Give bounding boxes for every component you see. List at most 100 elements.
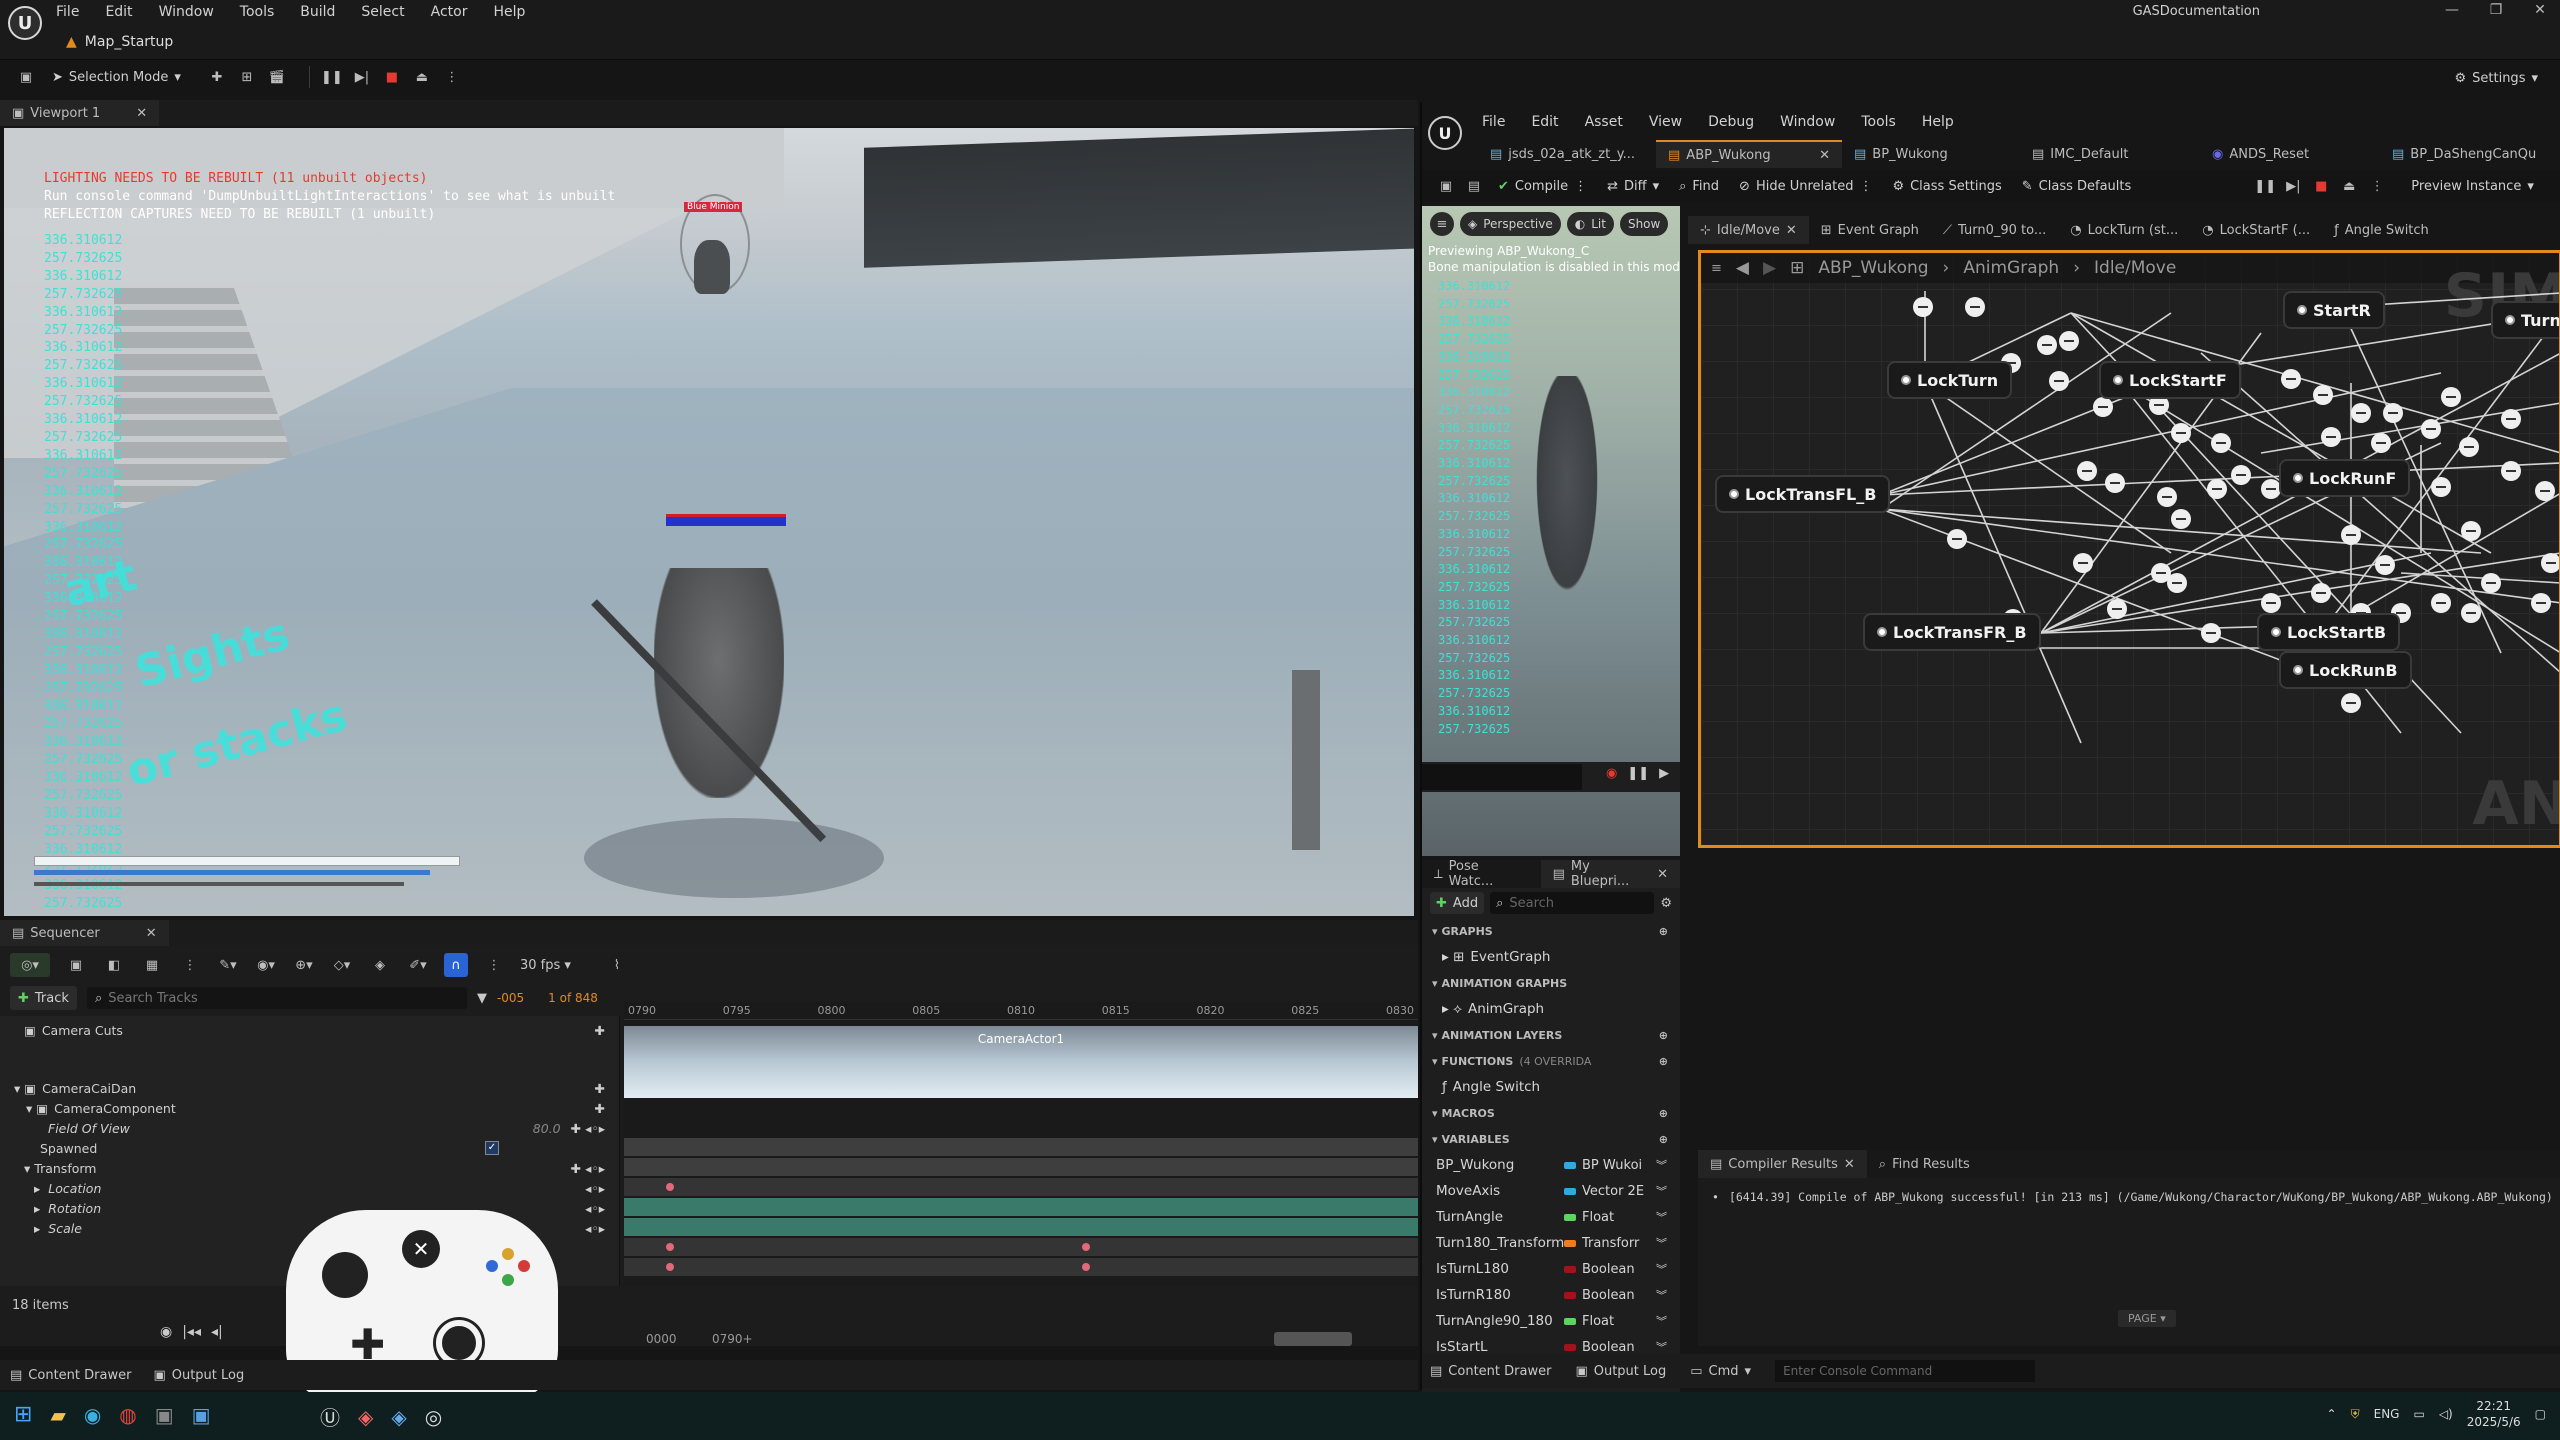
- unreal-taskbar-icon[interactable]: Ⓤ: [320, 1402, 340, 1431]
- state-node-lock-trans-fr-b[interactable]: LockTransFR_B: [1863, 613, 2041, 651]
- compile-button[interactable]: ✔ Compile ⋮: [1490, 172, 1595, 200]
- lane-spawned[interactable]: [624, 1198, 1418, 1216]
- my-blueprint-search[interactable]: ⌕ Search: [1490, 892, 1655, 914]
- record-icon[interactable]: ◉: [1606, 766, 1617, 781]
- preview-instance-dropdown[interactable]: Preview Instance ▾: [2403, 172, 2542, 200]
- chevron-down-icon[interactable]: ︾: [1656, 1209, 1667, 1225]
- state-node-lock-start-b[interactable]: LockStartB: [2257, 613, 2401, 651]
- transition-rule-icon[interactable]: [2459, 437, 2479, 457]
- step-icon[interactable]: ▶|: [350, 65, 374, 89]
- menu-edit[interactable]: Edit: [105, 4, 132, 20]
- expand-icon[interactable]: ▾: [26, 1101, 32, 1116]
- lane-camera-actor[interactable]: [624, 1138, 1418, 1156]
- output-log-button[interactable]: ▣ Output Log: [1575, 1364, 1666, 1379]
- bp-menu-window[interactable]: Window: [1780, 114, 1835, 130]
- blueprint-icon[interactable]: ⊞: [235, 65, 259, 89]
- transition-rule-icon[interactable]: [2211, 433, 2231, 453]
- compiler-message-row[interactable]: • [6414.39] Compile of ABP_Wukong succes…: [1698, 1178, 2560, 1216]
- pose-watch-tab[interactable]: ⟂ Pose Watc...: [1422, 859, 1539, 889]
- transition-rule-icon[interactable]: [2157, 487, 2177, 507]
- menu-window[interactable]: Window: [159, 4, 214, 20]
- app-icon[interactable]: ◎: [425, 1405, 442, 1429]
- transition-rule-icon[interactable]: [2167, 573, 2187, 593]
- graph-tab[interactable]: ◔ LockStartF (...: [2190, 216, 2322, 244]
- track-location[interactable]: ▸ Location ◂◦▸: [0, 1178, 619, 1198]
- chevron-down-icon[interactable]: ︾: [1656, 1287, 1667, 1303]
- asset-tab-active[interactable]: ▤ ABP_Wukong ✕: [1656, 140, 1842, 168]
- bp-menu-asset[interactable]: Asset: [1585, 114, 1623, 130]
- function-angle-switch[interactable]: ƒ Angle Switch: [1422, 1074, 1680, 1100]
- step-back-icon[interactable]: ◂|: [211, 1324, 223, 1340]
- close-icon[interactable]: ✕: [1657, 867, 1668, 882]
- graph-event-graph[interactable]: ▸ ⊞ EventGraph: [1422, 944, 1680, 970]
- save-icon[interactable]: ▣: [64, 953, 88, 977]
- transition-rule-icon[interactable]: [2093, 397, 2113, 417]
- chevron-down-icon[interactable]: ︾: [1656, 1339, 1667, 1355]
- transition-rule-icon[interactable]: [2321, 427, 2341, 447]
- edge-icon[interactable]: ◉: [84, 1403, 101, 1427]
- transition-rule-icon[interactable]: [1965, 297, 1985, 317]
- key-controls-icon[interactable]: ✚ ◂◦▸: [571, 1121, 605, 1136]
- transition-rule-icon[interactable]: [2049, 371, 2069, 391]
- asset-tab[interactable]: ▤ BP_Wukong: [1842, 140, 2020, 168]
- find-results-tab[interactable]: ⌕ Find Results: [1867, 1150, 1982, 1178]
- eject-icon[interactable]: ⏏: [2337, 174, 2361, 198]
- bp-menu-debug[interactable]: Debug: [1708, 114, 1754, 130]
- state-node-lock-run-b[interactable]: LockRunB: [2279, 651, 2412, 689]
- transition-rule-icon[interactable]: [2281, 369, 2301, 389]
- chrome-icon[interactable]: ◍: [119, 1403, 136, 1427]
- bp-menu-help[interactable]: Help: [1922, 114, 1954, 130]
- variable-row[interactable]: IsTurnR180 Boolean ︾: [1422, 1282, 1680, 1308]
- class-defaults-button[interactable]: ✎ Class Defaults: [2014, 172, 2140, 200]
- menu-file[interactable]: File: [56, 4, 79, 20]
- variable-type[interactable]: Float: [1564, 1210, 1614, 1225]
- more-icon[interactable]: ⋮: [2365, 174, 2389, 198]
- transition-rule-icon[interactable]: [2501, 409, 2521, 429]
- transition-rule-icon[interactable]: [2501, 461, 2521, 481]
- filter-icon[interactable]: ▼: [477, 991, 487, 1006]
- key-controls-icon[interactable]: ◂◦▸: [585, 1201, 605, 1216]
- keyframe[interactable]: [1082, 1243, 1090, 1251]
- clock[interactable]: 22:21 2025/5/6: [2467, 1398, 2521, 1430]
- bp-menu-view[interactable]: View: [1649, 114, 1682, 130]
- expand-icon[interactable]: ▾: [24, 1161, 30, 1176]
- pause-icon[interactable]: ❚❚: [1627, 766, 1649, 781]
- language-indicator[interactable]: ENG: [2374, 1407, 2400, 1421]
- app-icon[interactable]: ▣: [155, 1403, 174, 1427]
- film-icon[interactable]: ▦: [140, 953, 164, 977]
- lit-button[interactable]: ◐ Lit: [1566, 212, 1614, 236]
- browse-icon[interactable]: ▤: [1462, 174, 1486, 198]
- volume-icon[interactable]: ◁): [2439, 1407, 2453, 1421]
- preview-viewport[interactable]: ≡ ◈ Perspective ◐ Lit Show Previewing ABP_…: [1422, 206, 1680, 856]
- state-node-lock-trans-fl-b[interactable]: LockTransFL_B: [1715, 475, 1891, 513]
- render-icon[interactable]: ◧: [102, 953, 126, 977]
- chevron-down-icon[interactable]: ︾: [1656, 1157, 1667, 1173]
- cinematics-icon[interactable]: 🎬︎: [265, 65, 289, 89]
- transition-rule-icon[interactable]: [1947, 529, 1967, 549]
- add-icon[interactable]: ⊕: [1659, 1055, 1668, 1068]
- bp-menu-file[interactable]: File: [1482, 114, 1505, 130]
- transition-rule-icon[interactable]: [2107, 599, 2127, 619]
- magnet-icon[interactable]: ∩: [444, 953, 468, 977]
- map-tab[interactable]: ▲ Map_Startup: [66, 30, 173, 54]
- fps-dropdown[interactable]: 30 fps ▾: [520, 958, 571, 973]
- section-anim-graphs[interactable]: ▾ ANIMATION GRAPHS: [1422, 970, 1680, 996]
- eye-icon[interactable]: ◉▾: [254, 953, 278, 977]
- variable-type[interactable]: Boolean: [1564, 1288, 1635, 1303]
- track-camera-component[interactable]: ▾ ▣ CameraComponent ✚: [0, 1098, 619, 1118]
- track-spawned[interactable]: Spawned ✓: [0, 1138, 619, 1158]
- transition-rule-icon[interactable]: [2351, 403, 2371, 423]
- variable-type[interactable]: Vector 2E: [1564, 1184, 1644, 1199]
- variable-type[interactable]: Boolean: [1564, 1262, 1635, 1277]
- bp-menu-tools[interactable]: Tools: [1861, 114, 1896, 130]
- asset-tab[interactable]: ▤ IMC_Default: [2020, 140, 2200, 168]
- variable-type[interactable]: Transforr: [1564, 1236, 1639, 1251]
- minimize-icon[interactable]: —: [2442, 2, 2462, 18]
- transition-rule-icon[interactable]: [2371, 433, 2391, 453]
- sequence-icon[interactable]: ◎▾: [10, 953, 50, 977]
- transition-rule-icon[interactable]: [2311, 583, 2331, 603]
- track-transform[interactable]: ▾ Transform ✚ ◂◦▸: [0, 1158, 619, 1178]
- options-icon[interactable]: ⋮: [178, 953, 202, 977]
- content-drawer-button[interactable]: ▤ Content Drawer: [1430, 1364, 1551, 1379]
- menu-actor[interactable]: Actor: [431, 4, 468, 20]
